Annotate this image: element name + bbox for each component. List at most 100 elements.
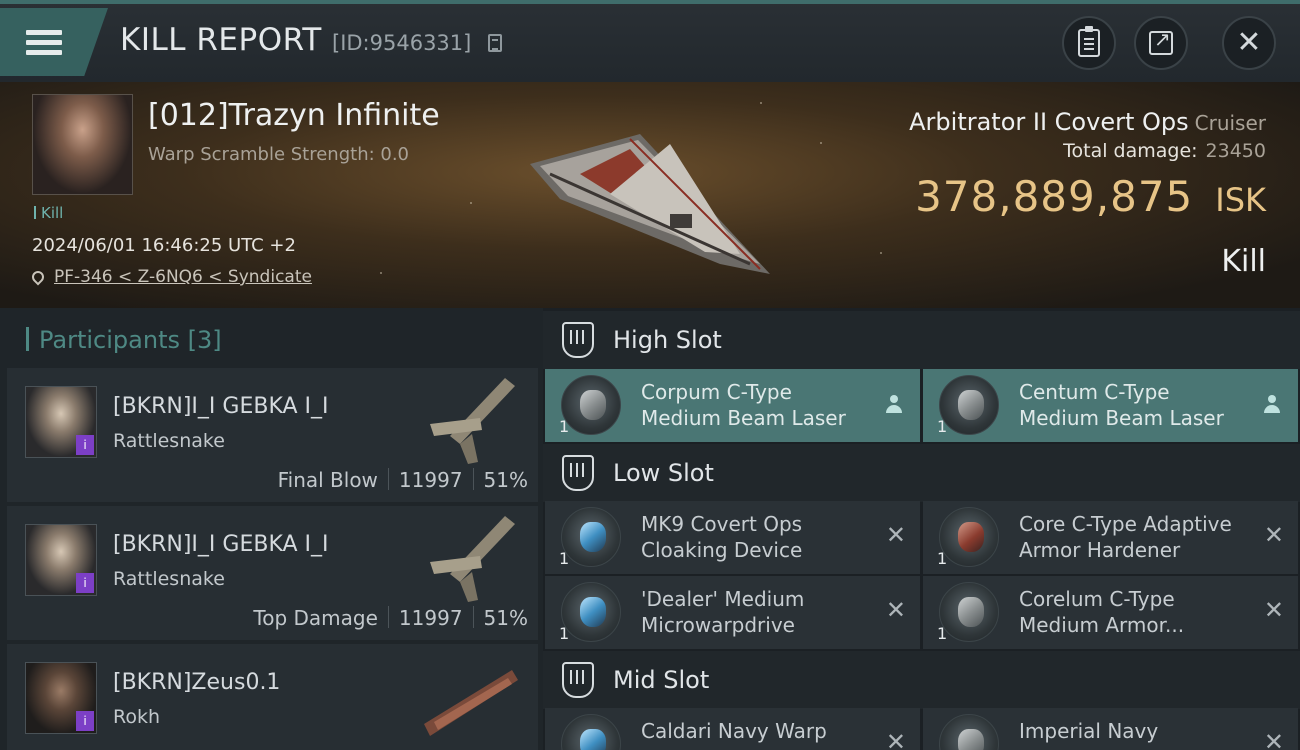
participant-name: [BKRN]I_I GEBKA I_I bbox=[113, 532, 329, 557]
module-qty: 1 bbox=[937, 624, 948, 643]
module-item[interactable]: 1 Core C-Type Adaptive Armor Hardener ✕ bbox=[923, 501, 1298, 574]
module-item[interactable]: 1 Centum C-Type Medium Beam Laser bbox=[923, 369, 1298, 442]
share-icon bbox=[1149, 27, 1173, 55]
participant-card[interactable]: i [BKRN]Zeus0.1 Rokh bbox=[7, 644, 538, 750]
share-button[interactable] bbox=[1134, 16, 1188, 70]
total-damage: Total damage: 23450 bbox=[1063, 140, 1266, 162]
mid-slot-label: Mid Slot bbox=[613, 666, 710, 694]
victim-panel: [012]Trazyn Infinite Warp Scramble Stren… bbox=[0, 82, 1300, 308]
participant-percent: 51% bbox=[483, 468, 528, 492]
kill-datetime: 2024/06/01 16:46:25 UTC +2 bbox=[32, 235, 296, 256]
module-name: Corelum C-Type Medium Armor... bbox=[1019, 587, 1185, 637]
module-item[interactable]: 1 Imperial Navy ✕ bbox=[923, 708, 1298, 750]
mid-slot-icon bbox=[562, 662, 594, 698]
total-damage-label: Total damage: bbox=[1063, 140, 1198, 162]
participant-stats: Final Blow 11997 51% bbox=[278, 468, 528, 492]
participant-ship-image bbox=[430, 516, 515, 602]
clipboard-icon bbox=[1078, 26, 1100, 57]
close-icon: ✕ bbox=[1236, 25, 1262, 60]
participant-card[interactable]: i [BKRN]I_I GEBKA I_I Rattlesnake Final … bbox=[7, 368, 538, 502]
user-icon bbox=[886, 395, 902, 415]
high-slot-icon bbox=[562, 322, 594, 358]
copy-icon[interactable] bbox=[488, 34, 502, 52]
victim-ship-class: Cruiser bbox=[1194, 111, 1266, 135]
title-bar: KILL REPORT [ID:9546331] ✕ bbox=[0, 0, 1300, 82]
kill-location[interactable]: PF-346 < Z-6NQ6 < Syndicate bbox=[29, 267, 312, 287]
participant-ship: Rokh bbox=[113, 706, 161, 728]
beam-laser-icon bbox=[939, 375, 999, 435]
participant-stats: Top Damage 11997 51% bbox=[253, 606, 528, 630]
destroyed-x-icon: ✕ bbox=[885, 521, 906, 549]
victim-ship-name[interactable]: Arbitrator II Covert Ops bbox=[909, 108, 1189, 136]
warp-disruptor-icon bbox=[561, 714, 621, 750]
destroyed-x-icon: ✕ bbox=[885, 596, 906, 624]
isk-amount: 378,889,875 bbox=[915, 172, 1194, 221]
participant-role: Top Damage bbox=[253, 606, 378, 630]
module-name: Core C-Type Adaptive Armor Hardener bbox=[1019, 512, 1232, 562]
participant-card[interactable]: i [BKRN]I_I GEBKA I_I Rattlesnake Top Da… bbox=[7, 506, 538, 640]
module-name: 'Dealer' Medium Microwarpdrive bbox=[641, 587, 805, 637]
participant-damage: 11997 bbox=[398, 606, 463, 630]
participant-percent: 51% bbox=[483, 606, 528, 630]
participant-role: Final Blow bbox=[277, 468, 378, 492]
module-qty: 1 bbox=[559, 417, 570, 436]
module-qty: 1 bbox=[559, 549, 570, 568]
kill-result: Kill bbox=[1221, 244, 1266, 279]
destroyed-x-icon: ✕ bbox=[885, 728, 906, 750]
participant-damage: 11997 bbox=[398, 468, 463, 492]
module-name: MK9 Covert Ops Cloaking Device bbox=[641, 512, 803, 562]
isk-value: 378,889,875 ISK bbox=[915, 172, 1266, 221]
beam-laser-icon bbox=[561, 375, 621, 435]
destroyed-x-icon: ✕ bbox=[1263, 521, 1284, 549]
info-badge-icon[interactable]: i bbox=[76, 711, 94, 731]
participants-panel: Participants [3] i [BKRN]I_I GEBKA I_I R… bbox=[0, 308, 543, 750]
isk-unit: ISK bbox=[1215, 181, 1266, 219]
module-name: Caldari Navy Warp bbox=[641, 719, 827, 743]
module-qty: 1 bbox=[937, 417, 948, 436]
warp-scramble-strength: Warp Scramble Strength: 0.0 bbox=[148, 144, 410, 165]
participant-name: [BKRN]Zeus0.1 bbox=[113, 670, 281, 695]
module-item[interactable]: 1 Corelum C-Type Medium Armor... ✕ bbox=[923, 576, 1298, 649]
location-pin-icon bbox=[29, 268, 47, 286]
participant-avatar[interactable]: i bbox=[25, 662, 97, 734]
victim-pilot-name[interactable]: [012]Trazyn Infinite bbox=[148, 98, 440, 133]
module-name: Imperial Navy bbox=[1019, 719, 1159, 743]
module-item[interactable]: 1 Corpum C-Type Medium Beam Laser bbox=[545, 369, 920, 442]
menu-button[interactable] bbox=[0, 8, 108, 76]
participant-ship-image bbox=[430, 378, 515, 464]
microwarpdrive-icon bbox=[561, 582, 621, 642]
participant-avatar[interactable]: i bbox=[25, 386, 97, 458]
module-qty: 1 bbox=[559, 624, 570, 643]
participant-avatar[interactable]: i bbox=[25, 524, 97, 596]
low-slot-icon bbox=[562, 455, 594, 491]
participant-ship: Rattlesnake bbox=[113, 430, 225, 452]
victim-portrait[interactable] bbox=[32, 94, 133, 195]
participant-ship-image bbox=[424, 670, 518, 736]
destroyed-x-icon: ✕ bbox=[1263, 596, 1284, 624]
module-icon bbox=[939, 714, 999, 750]
report-id: [ID:9546331] bbox=[332, 31, 472, 55]
participant-ship: Rattlesnake bbox=[113, 568, 225, 590]
fittings-panel: High Slot 1 Corpum C-Type Medium Beam La… bbox=[543, 308, 1300, 750]
module-name: Corpum C-Type Medium Beam Laser bbox=[641, 380, 846, 430]
module-item[interactable]: 1 MK9 Covert Ops Cloaking Device ✕ bbox=[545, 501, 920, 574]
close-button[interactable]: ✕ bbox=[1222, 16, 1276, 70]
info-badge-icon[interactable]: i bbox=[76, 573, 94, 593]
low-slot-label: Low Slot bbox=[613, 459, 714, 487]
page-title: KILL REPORT bbox=[120, 22, 322, 58]
hamburger-icon bbox=[26, 25, 62, 60]
module-item[interactable]: 1 Caldari Navy Warp ✕ bbox=[545, 708, 920, 750]
victim-ship-image[interactable] bbox=[520, 104, 780, 284]
total-damage-value: 23450 bbox=[1205, 140, 1266, 162]
cloak-icon bbox=[561, 507, 621, 567]
module-qty: 1 bbox=[937, 549, 948, 568]
info-badge-icon[interactable]: i bbox=[76, 435, 94, 455]
high-slot-label: High Slot bbox=[613, 326, 722, 354]
module-item[interactable]: 1 'Dealer' Medium Microwarpdrive ✕ bbox=[545, 576, 920, 649]
location-link[interactable]: PF-346 < Z-6NQ6 < Syndicate bbox=[54, 267, 312, 287]
participant-name: [BKRN]I_I GEBKA I_I bbox=[113, 394, 329, 419]
clipboard-button[interactable] bbox=[1062, 16, 1116, 70]
module-name: Centum C-Type Medium Beam Laser bbox=[1019, 380, 1224, 430]
low-slot-header: Low Slot bbox=[543, 444, 1300, 502]
armor-repairer-icon bbox=[939, 582, 999, 642]
